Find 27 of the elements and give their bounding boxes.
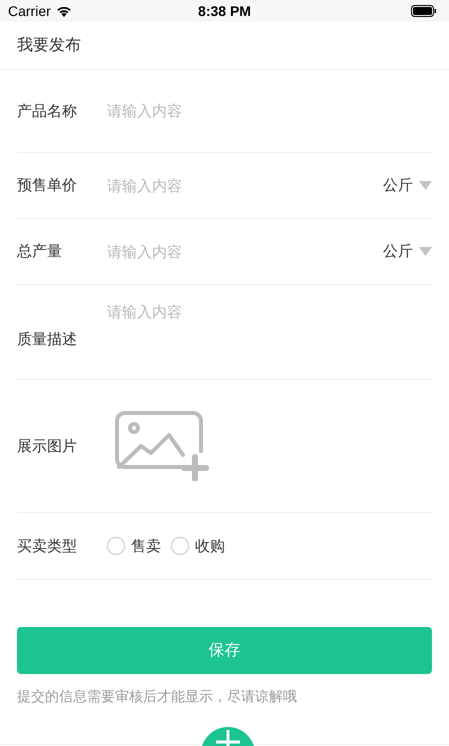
notice-text: 提交的信息需要审核后才能显示，尽请谅解哦 (17, 688, 298, 706)
field-label: 质量描述 (17, 330, 78, 348)
caret-icon (419, 181, 432, 190)
add-image-icon[interactable] (113, 411, 209, 481)
input-field[interactable]: 请输入内容 (107, 176, 383, 194)
field-label: 总产量 (17, 242, 63, 261)
radio-option[interactable]: 收购 (171, 536, 225, 556)
page-title: 我要发布 (17, 35, 81, 56)
wifi-icon (56, 5, 72, 17)
field-label: 产品名称 (17, 102, 78, 120)
plus-icon (213, 727, 243, 746)
radio-button[interactable] (107, 537, 125, 555)
radio-option[interactable]: 售卖 (107, 536, 161, 556)
unit-dropdown[interactable]: 公斤 (383, 242, 432, 261)
caret-icon (419, 247, 432, 256)
carrier-label: Carrier (8, 3, 51, 19)
option-label: 售卖 (131, 536, 161, 556)
field-label: 买卖类型 (17, 536, 78, 556)
input-field[interactable]: 请输入内容 (107, 102, 432, 120)
field-label: 展示图片 (17, 436, 78, 456)
radio-button[interactable] (171, 537, 189, 555)
battery-icon (411, 5, 437, 17)
unit-dropdown[interactable]: 公斤 (383, 176, 432, 195)
clock-time: 8:38 PM (198, 3, 251, 19)
input-field[interactable]: 请输入内容 (107, 242, 383, 260)
field-label: 预售单价 (17, 176, 78, 195)
option-label: 收购 (195, 536, 225, 556)
